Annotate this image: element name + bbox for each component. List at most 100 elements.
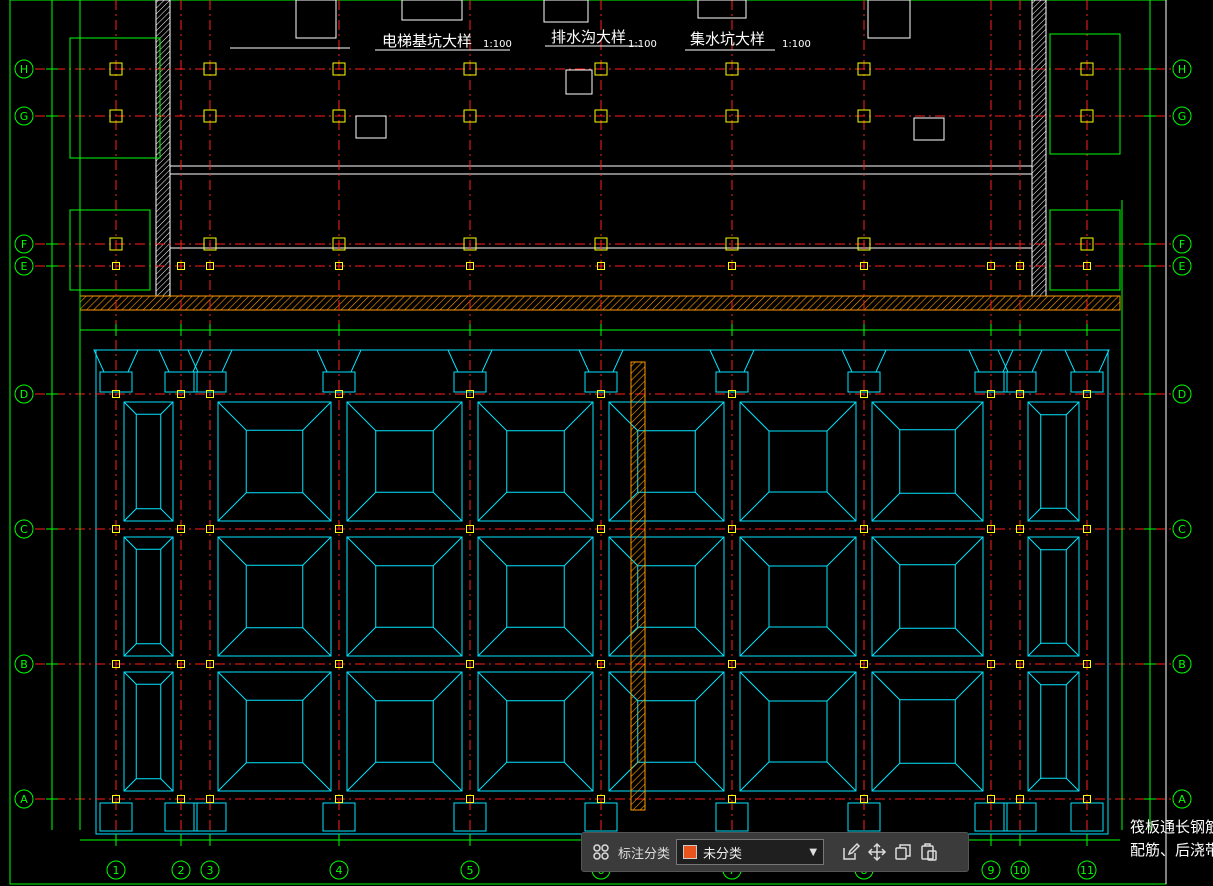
grid-bubble-col-label: 9 [988, 864, 995, 877]
edit-icon[interactable] [838, 839, 864, 865]
panel-diag [826, 626, 857, 657]
panel-diag [694, 761, 725, 792]
panel-diag [1065, 671, 1080, 686]
panel-diag [1027, 507, 1042, 522]
panel-diag [563, 401, 594, 432]
grid-bubble-col-label: 11 [1080, 864, 1094, 877]
wall-left [155, 0, 171, 297]
panel-diag [432, 401, 463, 432]
panel-diag [871, 762, 901, 792]
grid-bubble-col-label: 1 [113, 864, 120, 877]
raft-panel-inner [1040, 414, 1067, 509]
panel-diag [1027, 642, 1042, 657]
detail-scale-elevator-pit: 1:100 [483, 39, 512, 50]
panel-diag [871, 671, 901, 701]
category-color-swatch [683, 845, 698, 859]
detail-sketch [295, 0, 337, 39]
annotation-category-label: 标注分类 [618, 846, 671, 862]
raft-panel-inner [768, 700, 828, 763]
panel-diag [346, 626, 377, 657]
panel-diag [563, 626, 594, 657]
grid-bubble-row-label: D [20, 388, 28, 401]
raft-panel-inner [506, 700, 565, 763]
move-icon[interactable] [864, 839, 890, 865]
panel-diag [302, 401, 332, 431]
category-value: 未分类 [703, 846, 743, 862]
detail-sketch [565, 69, 593, 95]
grid-apps-icon[interactable] [588, 839, 614, 865]
panel-diag [954, 536, 984, 566]
panel-diag [123, 401, 137, 415]
copy-icon[interactable] [890, 839, 916, 865]
panel-diag [477, 671, 508, 702]
cad-drawing-canvas[interactable]: HHGGFFEEDDCCBBAA1234567891011 电梯基坑大样 1:1… [0, 0, 1213, 886]
raft-panel [217, 401, 332, 522]
panel-diag [739, 536, 770, 567]
panel-diag [302, 627, 332, 657]
raft-panel-inner [1040, 684, 1067, 779]
grid-bubble-row-label: D [1178, 388, 1186, 401]
panel-diag [477, 626, 508, 657]
raft-panel-inner [637, 700, 696, 763]
panel-diag [160, 401, 174, 415]
raft-panel-inner [506, 430, 565, 493]
panel-diag [954, 401, 984, 431]
panel-diag [346, 491, 377, 522]
panel-diag [217, 401, 247, 431]
detail-title-drain-trench: 排水沟大样 [551, 28, 626, 46]
panel-diag [217, 762, 247, 792]
panel-diag [160, 671, 174, 685]
panel-diag [563, 536, 594, 567]
panel-diag [123, 671, 137, 685]
raft-panel-inner [245, 429, 304, 494]
panel-diag [694, 536, 725, 567]
grid-bubble-col-label: 10 [1013, 864, 1027, 877]
panel-diag [694, 401, 725, 432]
raft-outline [95, 349, 1109, 835]
raft-panel [871, 671, 984, 792]
detail-sketch [913, 117, 945, 141]
panel-diag [160, 643, 174, 657]
panel-diag [1065, 642, 1080, 657]
panel-diag [563, 491, 594, 522]
panel-diag [694, 671, 725, 702]
panel-diag [160, 508, 174, 522]
panel-diag [1065, 777, 1080, 792]
panel-diag [1027, 536, 1042, 551]
panel-diag [954, 492, 984, 522]
grid-bubble-row-label: G [1178, 110, 1187, 123]
panel-diag [160, 536, 174, 550]
grid-bubble-row-label: H [20, 63, 28, 76]
raft-panel-inner [768, 430, 828, 493]
annotation-toolbar: 标注分类 未分类 ▼ [581, 832, 969, 872]
grid-bubble-row-label: B [1178, 658, 1186, 671]
panel-diag [123, 643, 137, 657]
raft-panel-inner [375, 700, 434, 763]
panel-diag [1065, 536, 1080, 551]
raft-panel-inner [899, 564, 956, 629]
panel-diag [739, 401, 770, 432]
detail-sketch [543, 0, 589, 23]
raft-panel [123, 536, 174, 657]
detail-scale-drain-trench: 1:100 [628, 39, 657, 50]
panel-diag [302, 492, 332, 522]
raft-panel [871, 401, 984, 522]
panel-diag [217, 671, 247, 701]
detail-sketch [867, 0, 911, 39]
panel-diag [346, 536, 377, 567]
panel-diag [1027, 671, 1042, 686]
panel-diag [302, 536, 332, 566]
panel-diag [346, 761, 377, 792]
bottom-note-line2: 配筋、后浇带、沉 [1130, 841, 1213, 859]
paste-icon[interactable] [916, 839, 942, 865]
annotation-category-select[interactable]: 未分类 ▼ [676, 839, 825, 865]
raft-panel-inner [375, 430, 434, 493]
detail-sketch [401, 0, 463, 21]
panel-diag [871, 536, 901, 566]
panel-diag [1065, 507, 1080, 522]
wall-right [1031, 0, 1047, 297]
raft-panel [871, 536, 984, 657]
raft-panel-inner [899, 429, 956, 494]
raft-panel-inner [637, 430, 696, 493]
bottom-note-line1: 筏板通长钢筋、柱 [1130, 818, 1213, 836]
